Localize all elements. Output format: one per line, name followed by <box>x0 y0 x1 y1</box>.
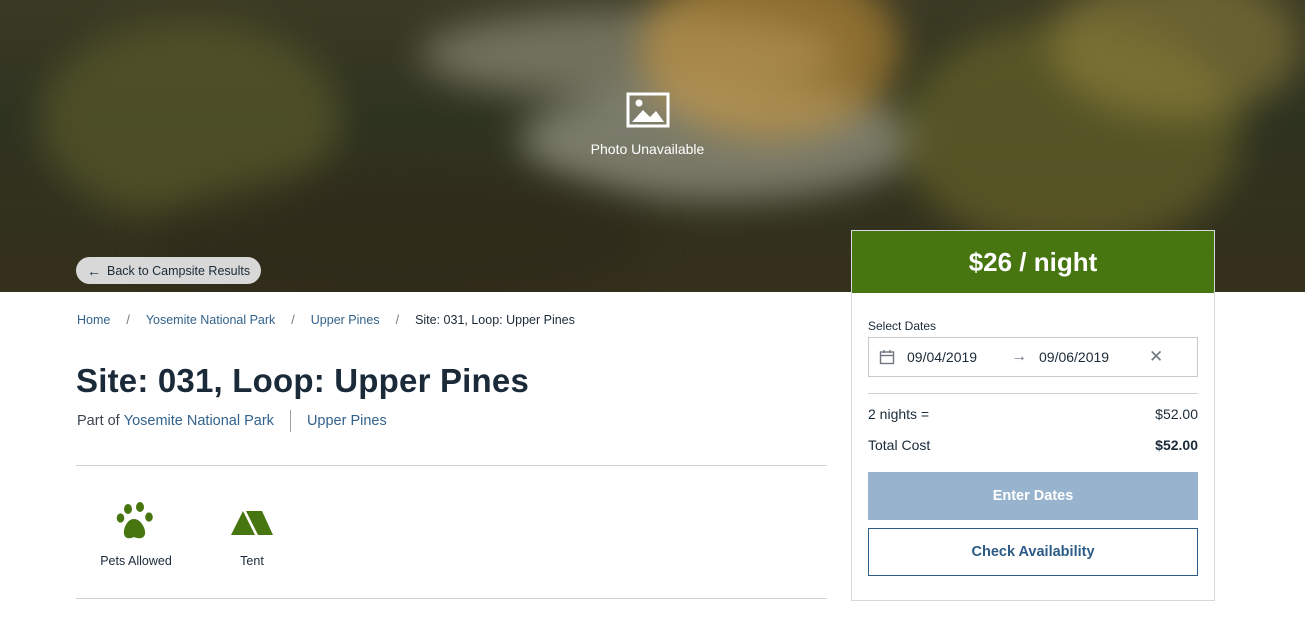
select-dates-label: Select Dates <box>868 319 937 333</box>
date-range-picker[interactable]: 09/04/2019 → 09/06/2019 ✕ <box>868 337 1198 377</box>
breadcrumb-separator: / <box>291 313 295 327</box>
divider-top <box>76 465 827 466</box>
calendar-icon <box>879 349 895 368</box>
breadcrumb: Home / Yosemite National Park / Upper Pi… <box>77 313 575 327</box>
amenity-pets-allowed: Pets Allowed <box>86 500 186 568</box>
total-value: $52.00 <box>1155 437 1198 453</box>
nights-row: 2 nights = $52.00 <box>868 406 1198 422</box>
breadcrumb-home[interactable]: Home <box>77 313 110 327</box>
back-button-label: Back to Campsite Results <box>107 263 251 278</box>
part-of-prefix: Part of <box>77 413 120 429</box>
price-per-night: $26 / night <box>852 231 1214 293</box>
back-to-results-button[interactable]: ← Back to Campsite Results <box>76 257 262 284</box>
breadcrumb-park[interactable]: Yosemite National Park <box>146 313 275 327</box>
page-title: Site: 031, Loop: Upper Pines <box>76 362 530 399</box>
image-icon <box>626 92 670 128</box>
arrow-left-icon: ← <box>87 262 101 279</box>
tent-icon <box>202 500 302 544</box>
clear-dates-icon[interactable]: ✕ <box>1149 347 1163 367</box>
start-date-input[interactable]: 09/04/2019 <box>907 349 977 365</box>
part-of-line: Part of Yosemite National Park Upper Pin… <box>77 410 387 432</box>
check-availability-button[interactable]: Check Availability <box>868 528 1198 576</box>
booking-divider <box>868 393 1198 394</box>
paw-icon <box>86 500 186 544</box>
nights-value: $52.00 <box>1155 406 1198 422</box>
divider <box>289 410 291 432</box>
divider-bottom <box>76 598 827 599</box>
total-row: Total Cost $52.00 <box>868 437 1198 453</box>
amenity-label: Pets Allowed <box>100 554 172 568</box>
loop-link[interactable]: Upper Pines <box>307 413 387 429</box>
total-label: Total Cost <box>868 437 931 453</box>
photo-unavailable: Photo Unavailable <box>560 92 735 157</box>
amenity-tent: Tent <box>202 500 302 568</box>
amenity-label: Tent <box>240 554 264 568</box>
end-date-input[interactable]: 09/06/2019 <box>1039 349 1109 365</box>
breadcrumb-separator: / <box>126 313 130 327</box>
photo-unavailable-label: Photo Unavailable <box>590 141 705 157</box>
booking-panel: $26 / night Select Dates 09/04/2019 → 09… <box>851 230 1215 601</box>
park-link[interactable]: Yosemite National Park <box>124 413 274 429</box>
breadcrumb-loop[interactable]: Upper Pines <box>311 313 380 327</box>
arrow-right-icon: → <box>1011 348 1027 365</box>
breadcrumb-separator: / <box>395 313 400 327</box>
nights-label: 2 nights = <box>868 406 930 422</box>
enter-dates-button[interactable]: Enter Dates <box>868 472 1198 520</box>
breadcrumb-current: Site: 031, Loop: Upper Pines <box>415 313 575 327</box>
